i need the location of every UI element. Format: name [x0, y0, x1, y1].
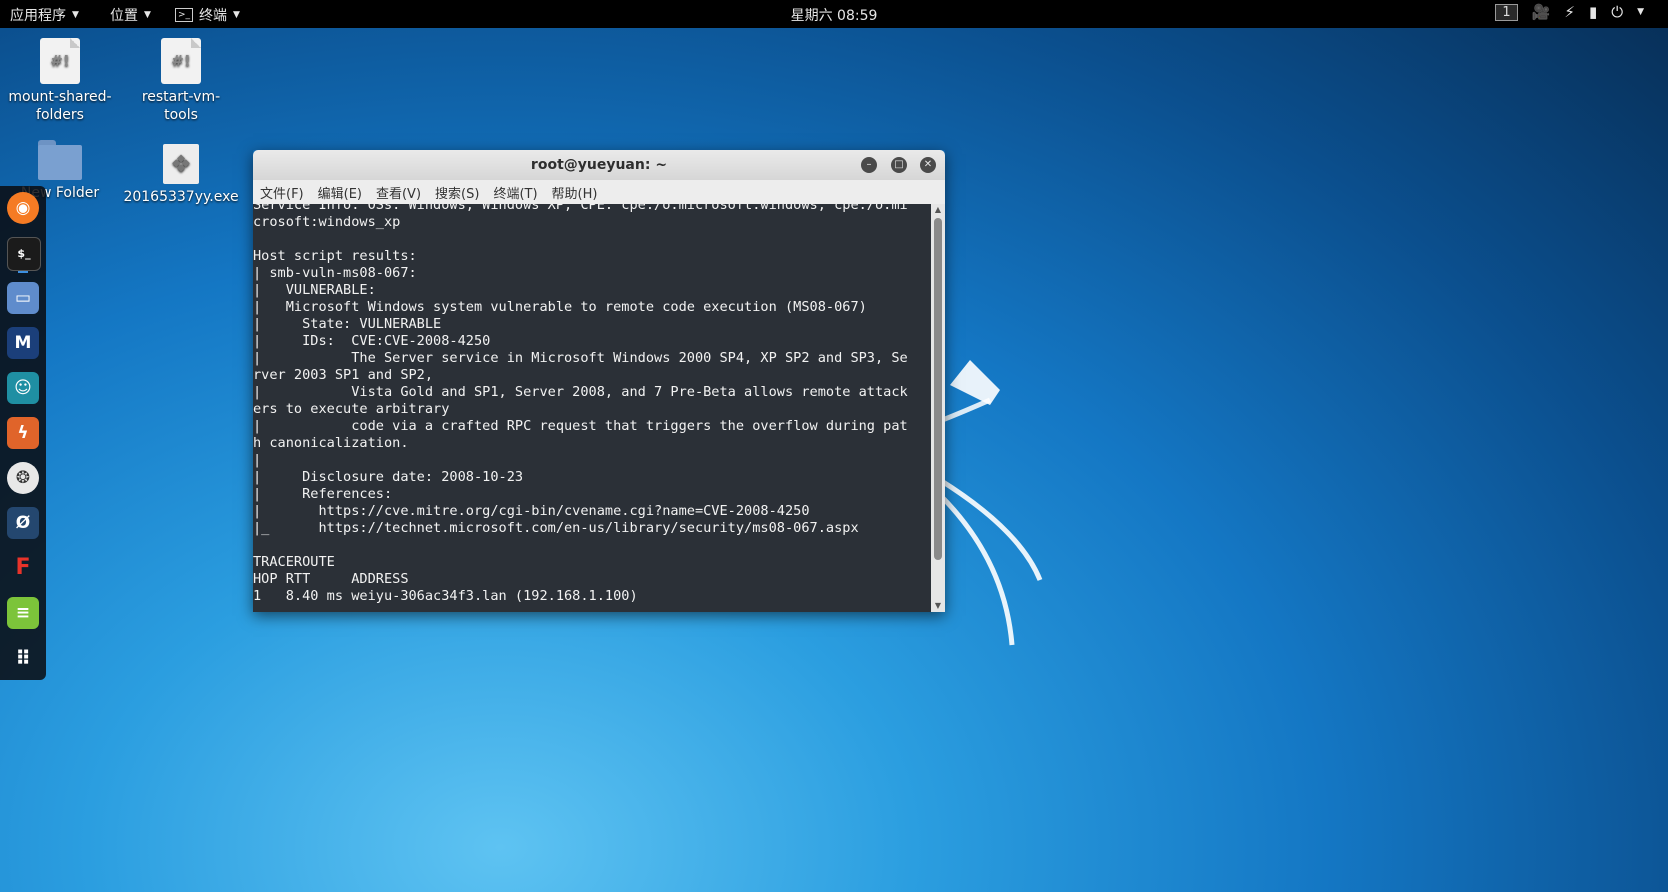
- menu-view[interactable]: 查看(V): [376, 183, 421, 202]
- exe-file-icon: ❖: [163, 144, 199, 184]
- terminal-icon[interactable]: $_: [7, 237, 41, 271]
- power-icon[interactable]: ⏻: [1611, 3, 1623, 21]
- terminal-scrollbar[interactable]: ▲ ▼: [931, 204, 945, 612]
- close-button[interactable]: ✕: [920, 157, 936, 173]
- maltego-icon[interactable]: ❂: [7, 462, 39, 494]
- applications-menu[interactable]: 应用程序 ▼: [10, 5, 79, 25]
- show-apps-icon[interactable]: ⠿: [7, 642, 39, 674]
- desktop-icon-mount-shared-folders[interactable]: #! mount-shared- folders: [0, 38, 120, 124]
- maximize-button[interactable]: □: [891, 157, 907, 173]
- desktop-icon-label: restart-vm- tools: [141, 89, 221, 123]
- faraday-icon[interactable]: F: [7, 552, 39, 584]
- menu-file[interactable]: 文件(F): [260, 183, 304, 202]
- scroll-down-arrow-icon[interactable]: ▼: [931, 600, 945, 612]
- terminal-titlebar[interactable]: root@yueyuan: ~ – □ ✕: [253, 150, 945, 180]
- firefox-icon[interactable]: ◉: [7, 192, 39, 224]
- chevron-down-icon[interactable]: ▼: [1637, 7, 1644, 17]
- terminal-small-icon: >_: [175, 8, 194, 22]
- menu-terminal[interactable]: 终端(T): [493, 183, 537, 202]
- desktop-icon-restart-vm-tools[interactable]: #! restart-vm- tools: [121, 38, 241, 124]
- script-file-icon: #!: [40, 38, 80, 84]
- metasploit-icon[interactable]: M: [7, 327, 39, 359]
- terminal-app-menu-label: 终端: [199, 8, 228, 24]
- files-icon[interactable]: ▭: [7, 282, 39, 314]
- volume-icon[interactable]: ▮: [1589, 3, 1597, 21]
- terminal-output: Service Info: OSs: Windows, Windows XP; …: [253, 204, 908, 604]
- window-title: root@yueyuan: ~: [530, 157, 668, 173]
- menu-search[interactable]: 搜索(S): [435, 183, 479, 202]
- clock[interactable]: 星期六 08:59: [791, 8, 878, 24]
- menu-help[interactable]: 帮助(H): [552, 183, 598, 202]
- system-tray: 1 🎥 ⚡ ▮ ⏻ ▼: [1495, 3, 1644, 21]
- chevron-down-icon: ▼: [144, 10, 151, 20]
- chevron-down-icon: ▼: [233, 10, 240, 20]
- armitage-icon[interactable]: ☺: [7, 372, 39, 404]
- minimize-button[interactable]: –: [861, 157, 877, 173]
- desktop-icon-label: mount-shared- folders: [8, 89, 112, 123]
- terminal-output-area[interactable]: Service Info: OSs: Windows, Windows XP; …: [253, 204, 931, 612]
- burpsuite-icon[interactable]: ϟ: [7, 417, 39, 449]
- top-panel: 应用程序 ▼ 位置 ▼ >_ 终端 ▼ 星期六 08:59 1 🎥 ⚡ ▮ ⏻ …: [0, 0, 1668, 28]
- video-camera-icon[interactable]: 🎥: [1532, 3, 1551, 21]
- places-menu-label: 位置: [110, 8, 138, 24]
- leafpad-icon[interactable]: ≡: [7, 597, 39, 629]
- folder-icon: [38, 140, 82, 180]
- scroll-up-arrow-icon[interactable]: ▲: [931, 204, 945, 216]
- desktop-icon-exe[interactable]: ❖ 20165337yy.exe: [121, 144, 241, 206]
- beef-icon[interactable]: Ø: [7, 507, 39, 539]
- dock: ◉ $_ ▭ M ☺ ϟ ❂ Ø F ≡ ⠿: [0, 186, 46, 680]
- desktop-icon-label: 20165337yy.exe: [123, 189, 239, 205]
- applications-menu-label: 应用程序: [10, 8, 66, 24]
- script-file-icon: #!: [161, 38, 201, 84]
- network-wired-icon[interactable]: ⚡: [1564, 3, 1575, 21]
- terminal-window: root@yueyuan: ~ – □ ✕ 文件(F) 编辑(E) 查看(V) …: [253, 150, 945, 612]
- menu-edit[interactable]: 编辑(E): [318, 183, 362, 202]
- terminal-app-menu[interactable]: >_ 终端 ▼: [175, 5, 240, 25]
- chevron-down-icon: ▼: [72, 10, 79, 20]
- scrollbar-thumb[interactable]: [934, 218, 942, 560]
- running-indicator: [18, 271, 28, 273]
- workspace-indicator[interactable]: 1: [1495, 3, 1518, 21]
- places-menu[interactable]: 位置 ▼: [110, 5, 151, 25]
- terminal-menubar: 文件(F) 编辑(E) 查看(V) 搜索(S) 终端(T) 帮助(H): [253, 180, 945, 204]
